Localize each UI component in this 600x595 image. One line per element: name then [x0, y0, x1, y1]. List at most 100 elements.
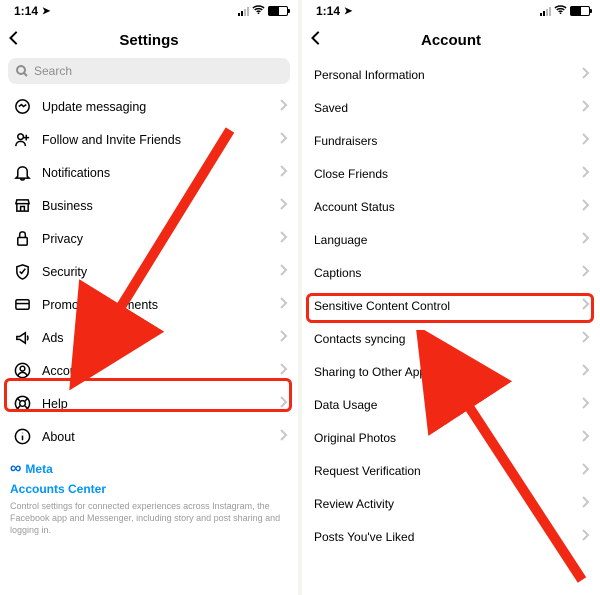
chevron-right-icon: [582, 430, 590, 445]
account-item-data-usage[interactable]: Data Usage: [302, 388, 600, 421]
settings-item-label: Security: [42, 265, 280, 279]
search-placeholder: Search: [34, 64, 72, 78]
status-time: 1:14: [316, 4, 340, 18]
chevron-right-icon: [582, 397, 590, 412]
settings-item-label: Notifications: [42, 166, 280, 180]
settings-item-label: Account: [42, 364, 280, 378]
account-item-sensitive-content[interactable]: Sensitive Content Control: [302, 289, 600, 322]
settings-item-about[interactable]: About: [0, 420, 298, 453]
account-item-label: Captions: [314, 266, 582, 280]
settings-item-help[interactable]: Help: [0, 387, 298, 420]
chevron-right-icon: [582, 100, 590, 115]
settings-item-label: Update messaging: [42, 100, 280, 114]
settings-item-follow-invite[interactable]: Follow and Invite Friends: [0, 123, 298, 156]
chevron-right-icon: [582, 199, 590, 214]
location-icon: ➤: [42, 6, 50, 17]
account-item-personal-info[interactable]: Personal Information: [302, 58, 600, 91]
user-circle-icon: [12, 362, 32, 379]
account-item-review-activity[interactable]: Review Activity: [302, 487, 600, 520]
account-item-label: Data Usage: [314, 398, 582, 412]
storefront-icon: [12, 197, 32, 214]
wifi-icon: [554, 5, 567, 18]
chevron-right-icon: [582, 232, 590, 247]
settings-item-promo-payments[interactable]: Promotion Payments: [0, 288, 298, 321]
chevron-right-icon: [280, 264, 288, 279]
wifi-icon: [252, 5, 265, 18]
settings-item-notifications[interactable]: Notifications: [0, 156, 298, 189]
account-item-language[interactable]: Language: [302, 223, 600, 256]
chevron-right-icon: [582, 364, 590, 379]
signal-icon: [238, 6, 249, 16]
battery-icon: [570, 6, 590, 16]
settings-item-label: Help: [42, 397, 280, 411]
settings-item-ads[interactable]: Ads: [0, 321, 298, 354]
status-bar: 1:14 ➤: [0, 0, 298, 22]
settings-item-label: Ads: [42, 331, 280, 345]
account-item-contacts-syncing[interactable]: Contacts syncing: [302, 322, 600, 355]
account-item-account-status[interactable]: Account Status: [302, 190, 600, 223]
account-item-label: Sensitive Content Control: [314, 299, 582, 313]
account-item-close-friends[interactable]: Close Friends: [302, 157, 600, 190]
nav-header: Account: [302, 22, 600, 58]
chevron-right-icon: [280, 99, 288, 114]
settings-item-label: Promotion Payments: [42, 298, 280, 312]
chevron-right-icon: [582, 67, 590, 82]
search-icon: [16, 65, 28, 77]
settings-screen: 1:14 ➤ Settings Search Update messaging F…: [0, 0, 298, 595]
person-plus-icon: [12, 131, 32, 148]
settings-item-security[interactable]: Security: [0, 255, 298, 288]
shield-icon: [12, 263, 32, 280]
account-item-label: Account Status: [314, 200, 582, 214]
account-item-label: Personal Information: [314, 68, 582, 82]
accounts-center-link[interactable]: Accounts Center: [10, 482, 288, 498]
chevron-right-icon: [582, 298, 590, 313]
settings-item-account[interactable]: Account: [0, 354, 298, 387]
location-icon: ➤: [344, 6, 352, 17]
page-title: Settings: [119, 32, 178, 49]
account-item-fundraisers[interactable]: Fundraisers: [302, 124, 600, 157]
meta-brand: ∞Meta: [10, 459, 288, 480]
account-item-saved[interactable]: Saved: [302, 91, 600, 124]
back-button[interactable]: [6, 30, 22, 49]
chevron-right-icon: [582, 133, 590, 148]
account-item-label: Posts You've Liked: [314, 530, 582, 544]
chevron-right-icon: [280, 198, 288, 213]
megaphone-icon: [12, 329, 32, 346]
account-item-posts-youve-liked[interactable]: Posts You've Liked: [302, 520, 600, 553]
account-item-label: Request Verification: [314, 464, 582, 478]
settings-item-label: Privacy: [42, 232, 280, 246]
settings-item-label: About: [42, 430, 280, 444]
lock-icon: [12, 230, 32, 247]
settings-item-update-messaging[interactable]: Update messaging: [0, 90, 298, 123]
account-item-label: Fundraisers: [314, 134, 582, 148]
settings-item-business[interactable]: Business: [0, 189, 298, 222]
account-item-label: Language: [314, 233, 582, 247]
account-item-request-verification[interactable]: Request Verification: [302, 454, 600, 487]
lifebuoy-icon: [12, 395, 32, 412]
chevron-right-icon: [582, 463, 590, 478]
chevron-right-icon: [280, 165, 288, 180]
status-time: 1:14: [14, 4, 38, 18]
search-input[interactable]: Search: [8, 58, 290, 84]
account-item-label: Original Photos: [314, 431, 582, 445]
chevron-right-icon: [582, 331, 590, 346]
account-item-sharing-other-apps[interactable]: Sharing to Other Apps: [302, 355, 600, 388]
back-button[interactable]: [308, 30, 324, 49]
account-item-label: Contacts syncing: [314, 332, 582, 346]
account-item-captions[interactable]: Captions: [302, 256, 600, 289]
accounts-center-footer: ∞Meta Accounts Center Control settings f…: [0, 453, 298, 536]
account-item-label: Sharing to Other Apps: [314, 365, 582, 379]
bell-icon: [12, 164, 32, 181]
account-item-original-photos[interactable]: Original Photos: [302, 421, 600, 454]
chevron-right-icon: [582, 496, 590, 511]
account-item-label: Review Activity: [314, 497, 582, 511]
account-item-label: Saved: [314, 101, 582, 115]
chevron-right-icon: [582, 166, 590, 181]
messenger-icon: [12, 98, 32, 115]
settings-item-privacy[interactable]: Privacy: [0, 222, 298, 255]
nav-header: Settings: [0, 22, 298, 58]
footer-description: Control settings for connected experienc…: [10, 501, 288, 536]
chevron-right-icon: [280, 396, 288, 411]
chevron-right-icon: [280, 330, 288, 345]
page-title: Account: [421, 32, 481, 49]
